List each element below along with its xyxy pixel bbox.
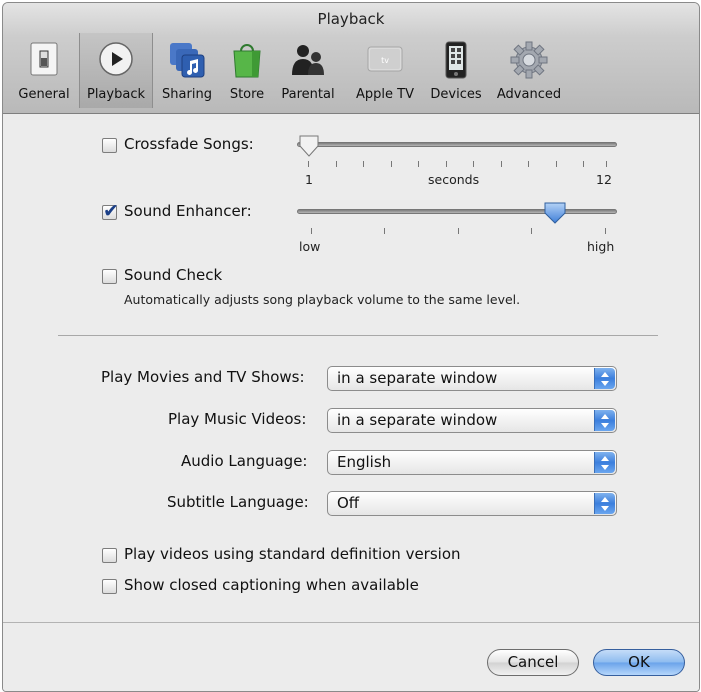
play-movies-popup[interactable]: in a separate window [327,366,617,391]
store-icon [233,44,261,78]
sound-enhancer-high-label: high [587,239,615,254]
cancel-button[interactable]: Cancel [487,649,579,676]
advanced-icon [510,41,548,79]
footer-separator [3,622,699,623]
subtitle-language-value: Off [337,494,360,512]
play-movies-label: Play Movies and TV Shows: [101,368,305,386]
standard-definition-label: Play videos using standard definition ve… [124,545,461,563]
subtitle-language-label: Subtitle Language: [167,493,309,511]
toolbar-label-devices: Devices [430,87,482,102]
play-music-videos-popup[interactable]: in a separate window [327,408,617,433]
crossfade-checkbox[interactable] [102,138,117,153]
toolbar-label-general: General [18,87,70,102]
audio-language-label: Audio Language: [181,452,308,470]
toolbar-label-store: Store [229,87,265,102]
toolbar-parental[interactable]: Parental [275,33,341,108]
popup-arrows-icon [594,410,615,431]
toolbar-advanced[interactable]: Advanced [493,33,565,108]
sound-enhancer-slider-track[interactable] [297,209,617,214]
standard-definition-checkbox[interactable] [102,548,117,563]
toolbar-apple-tv[interactable]: tv Apple TV [346,33,424,108]
sound-enhancer-low-label: low [299,239,321,254]
preferences-content: Crossfade Songs: 1 seconds 12 ✔ Sound En… [3,114,699,691]
play-movies-value: in a separate window [337,369,498,387]
crossfade-label: Crossfade Songs: [124,135,254,153]
crossfade-unit-label: seconds [428,172,480,187]
play-music-videos-label: Play Music Videos: [168,410,307,428]
checkmark-icon: ✔ [103,200,119,222]
ok-button[interactable]: OK [593,649,685,676]
sound-enhancer-slider-thumb[interactable] [543,201,567,225]
preferences-window: Playback General Playback Sharing Store … [2,2,700,692]
popup-arrows-icon [594,368,615,389]
popup-arrows-icon [594,452,615,473]
subtitle-language-popup[interactable]: Off [327,491,617,516]
crossfade-min-label: 1 [305,172,313,187]
closed-captioning-checkbox[interactable] [102,579,117,594]
play-music-videos-value: in a separate window [337,411,498,429]
crossfade-max-label: 12 [596,172,612,187]
window-title: Playback [317,10,385,28]
separator [58,335,658,336]
popup-arrows-icon [594,493,615,514]
general-icon [30,42,58,76]
crossfade-slider-thumb[interactable] [298,134,320,158]
closed-captioning-label: Show closed captioning when available [124,576,419,594]
devices-icon [445,41,467,79]
audio-language-popup[interactable]: English [327,450,617,475]
toolbar-store[interactable]: Store [221,33,273,108]
apple-tv-badge: tv [381,56,389,65]
sound-enhancer-checkbox[interactable]: ✔ [102,200,119,222]
toolbar-devices[interactable]: Devices [425,33,487,108]
sharing-icon [170,43,205,78]
sound-check-description: Automatically adjusts song playback volu… [124,292,521,307]
toolbar-sharing[interactable]: Sharing [156,33,218,108]
toolbar-label-playback: Playback [86,87,145,102]
toolbar-general[interactable]: General [11,33,77,108]
audio-language-value: English [337,453,392,471]
toolbar-label-sharing: Sharing [162,87,212,102]
toolbar-label-advanced: Advanced [496,87,562,102]
playback-icon [99,42,133,76]
titlebar: Playback General Playback Sharing Store … [3,3,699,114]
sound-check-label: Sound Check [124,266,223,284]
parental-icon [292,45,324,75]
crossfade-slider-track[interactable] [297,142,617,147]
sound-check-checkbox[interactable] [102,269,117,284]
sound-enhancer-label: Sound Enhancer: [124,202,252,220]
toolbar-label-apple-tv: Apple TV [356,87,414,102]
toolbar-playback[interactable]: Playback [79,33,153,108]
toolbar-label-parental: Parental [281,87,335,102]
